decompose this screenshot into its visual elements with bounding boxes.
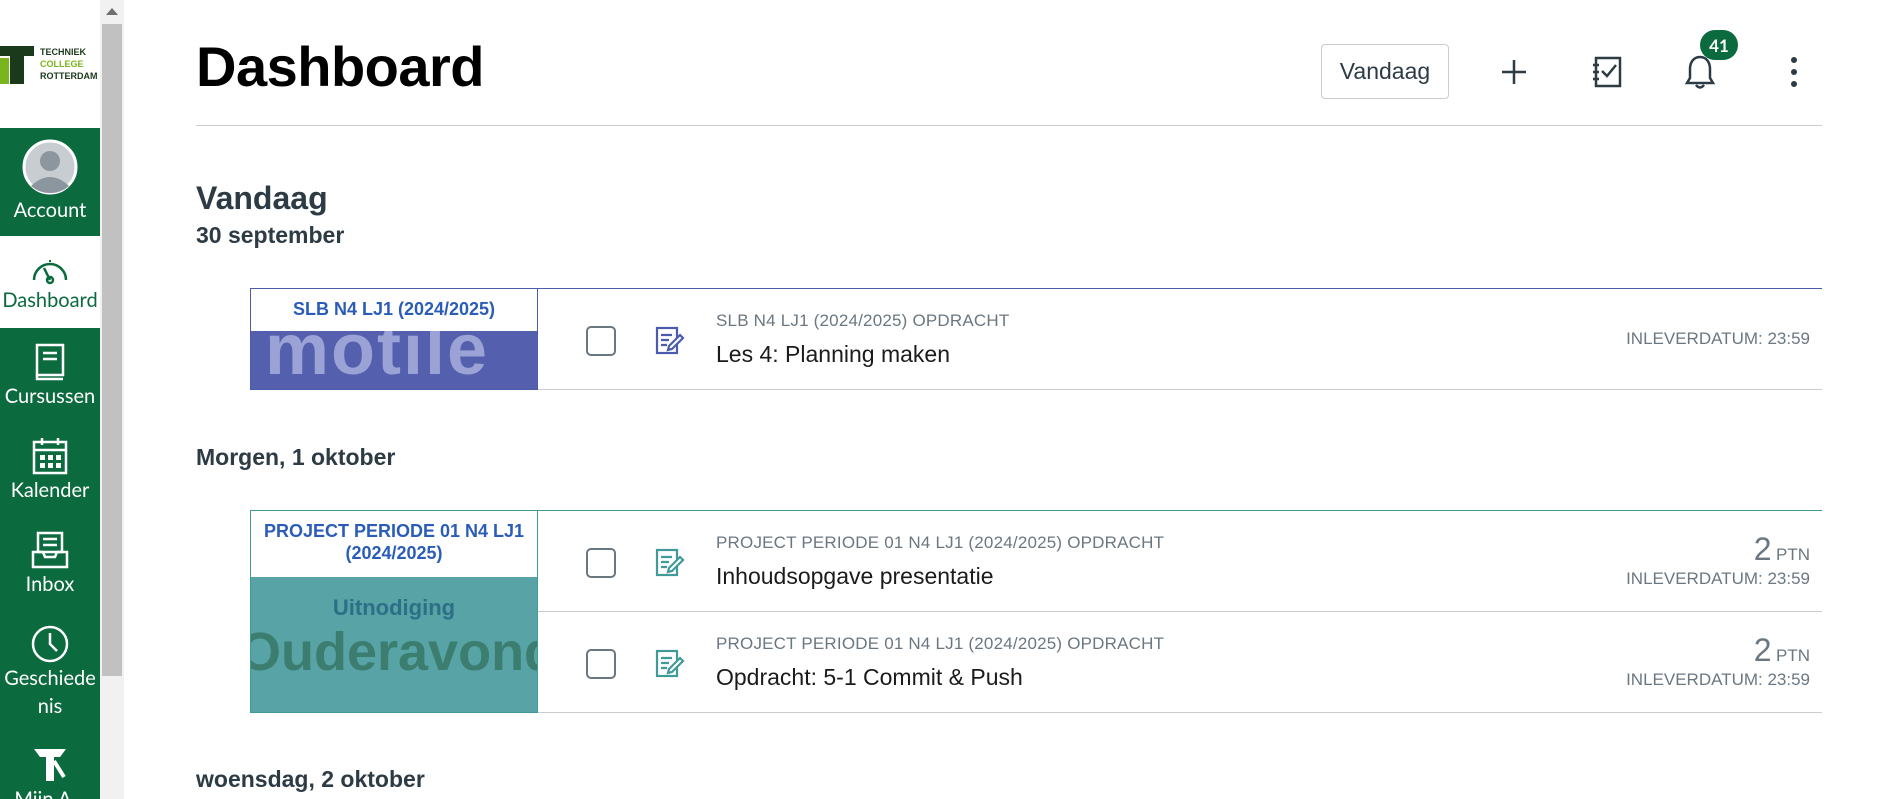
nav-account[interactable]: Account xyxy=(0,130,100,222)
course-image-text: motile xyxy=(265,331,490,390)
course-image-caption: Uitnodiging xyxy=(332,595,456,620)
school-logo[interactable]: TECHNIEK COLLEGE ROTTERDAM xyxy=(0,0,100,128)
assignment-icon xyxy=(655,649,685,678)
notification-count-badge: 41 xyxy=(1700,30,1738,60)
logo-line-3: ROTTERDAM xyxy=(40,71,98,81)
nav-history-label: Geschiede nis xyxy=(4,666,96,718)
nav-my-account-label: Mijn A... xyxy=(14,787,86,799)
course-card-image: Uitnodiging Ouderavond xyxy=(251,577,537,712)
nav-calendar[interactable]: Kalender xyxy=(0,424,100,516)
nav-account-label: Account xyxy=(13,198,87,222)
assignment-icon xyxy=(655,548,685,577)
course-card-project[interactable]: PROJECT PERIODE 01 N4 LJ1 (2024/2025) Ui… xyxy=(250,510,538,713)
nav-inbox-label: Inbox xyxy=(25,572,75,596)
todo-button[interactable] xyxy=(1587,52,1627,92)
dashboard-icon xyxy=(32,260,68,285)
planner-check-icon xyxy=(1593,56,1622,88)
item-course-context: PROJECT PERIODE 01 N4 LJ1 (2024/2025) OP… xyxy=(716,634,1165,653)
item-course-context: SLB N4 LJ1 (2024/2025) OPDRACHT xyxy=(716,311,1010,330)
logo-mark-icon xyxy=(0,46,34,84)
nav-calendar-label: Kalender xyxy=(10,478,90,502)
nav-inbox[interactable]: Inbox xyxy=(0,518,100,610)
day-heading-tomorrow: Morgen, 1 oktober xyxy=(196,444,396,470)
today-button[interactable]: Vandaag xyxy=(1321,44,1449,99)
tcr-logo-icon xyxy=(34,749,66,781)
course-card-slb[interactable]: SLB N4 LJ1 (2024/2025) motile xyxy=(250,288,538,390)
book-icon xyxy=(35,343,65,381)
calendar-icon xyxy=(32,438,68,475)
item-due-date: INLEVERDATUM: 23:59 xyxy=(1626,670,1810,689)
course-card-image: motile xyxy=(251,331,537,390)
inbox-icon xyxy=(31,531,69,569)
item-title-link[interactable]: Les 4: Planning maken xyxy=(716,341,950,368)
item-points: 2 PTN xyxy=(1754,531,1810,568)
course-image-text: Ouderavond xyxy=(251,622,537,682)
nav-courses-label: Cursussen xyxy=(4,384,96,408)
page-title: Dashboard xyxy=(196,35,485,98)
global-nav: TECHNIEK COLLEGE ROTTERDAM Account Dashb… xyxy=(0,0,100,799)
planner-item[interactable]: PROJECT PERIODE 01 N4 LJ1 (2024/2025) OP… xyxy=(538,511,1822,612)
complete-checkbox[interactable] xyxy=(586,649,616,679)
points-value: 2 xyxy=(1753,632,1772,668)
course-card-title[interactable]: PROJECT PERIODE 01 N4 LJ1 (2024/2025) xyxy=(251,511,537,577)
planner-item[interactable]: PROJECT PERIODE 01 N4 LJ1 (2024/2025) OP… xyxy=(538,612,1822,713)
item-due-date: INLEVERDATUM: 23:59 xyxy=(1626,329,1810,348)
logo-text: TECHNIEK COLLEGE ROTTERDAM xyxy=(40,46,98,82)
header-divider xyxy=(196,125,1822,126)
course-card-title[interactable]: SLB N4 LJ1 (2024/2025) xyxy=(251,289,537,331)
points-unit: PTN xyxy=(1776,545,1810,564)
day-date-today: 30 september xyxy=(196,222,345,248)
logo-line-1: TECHNIEK xyxy=(40,47,87,57)
add-button[interactable] xyxy=(1494,52,1534,92)
item-course-context: PROJECT PERIODE 01 N4 LJ1 (2024/2025) OP… xyxy=(716,533,1165,552)
day-heading-today: Vandaag xyxy=(196,180,328,216)
item-title-link[interactable]: Opdracht: 5-1 Commit & Push xyxy=(716,664,1023,691)
points-unit: PTN xyxy=(1776,646,1810,665)
nav-dashboard[interactable]: Dashboard xyxy=(0,236,100,328)
logo-line-2: COLLEGE xyxy=(40,59,84,69)
item-title-link[interactable]: Inhoudsopgave presentatie xyxy=(716,563,994,590)
clock-icon xyxy=(31,625,69,663)
avatar-icon xyxy=(22,139,78,195)
nav-my-account[interactable]: Mijn A... xyxy=(0,735,100,799)
course-group-slb: SLB N4 LJ1 (2024/2025) motile SLB N4 LJ1… xyxy=(250,288,1822,390)
complete-checkbox[interactable] xyxy=(586,548,616,578)
nav-scrollbar-thumb[interactable] xyxy=(102,24,122,676)
kebab-menu-icon xyxy=(1791,57,1797,87)
points-value: 2 xyxy=(1753,531,1772,567)
item-points: 2 PTN xyxy=(1754,632,1810,669)
day-heading-wednesday: woensdag, 2 oktober xyxy=(196,766,425,792)
more-options-button[interactable] xyxy=(1774,52,1814,92)
planner-item[interactable]: SLB N4 LJ1 (2024/2025) OPDRACHT Les 4: P… xyxy=(538,289,1822,390)
nav-courses[interactable]: Cursussen xyxy=(0,330,100,422)
complete-checkbox[interactable] xyxy=(586,326,616,356)
nav-history[interactable]: Geschiede nis xyxy=(0,612,100,728)
nav-dashboard-label: Dashboard xyxy=(2,288,98,312)
plus-icon xyxy=(1502,60,1526,84)
scroll-up-arrow-icon[interactable] xyxy=(106,8,118,15)
course-group-project: PROJECT PERIODE 01 N4 LJ1 (2024/2025) Ui… xyxy=(250,510,1822,713)
item-due-date: INLEVERDATUM: 23:59 xyxy=(1626,569,1810,588)
assignment-icon xyxy=(655,326,685,355)
